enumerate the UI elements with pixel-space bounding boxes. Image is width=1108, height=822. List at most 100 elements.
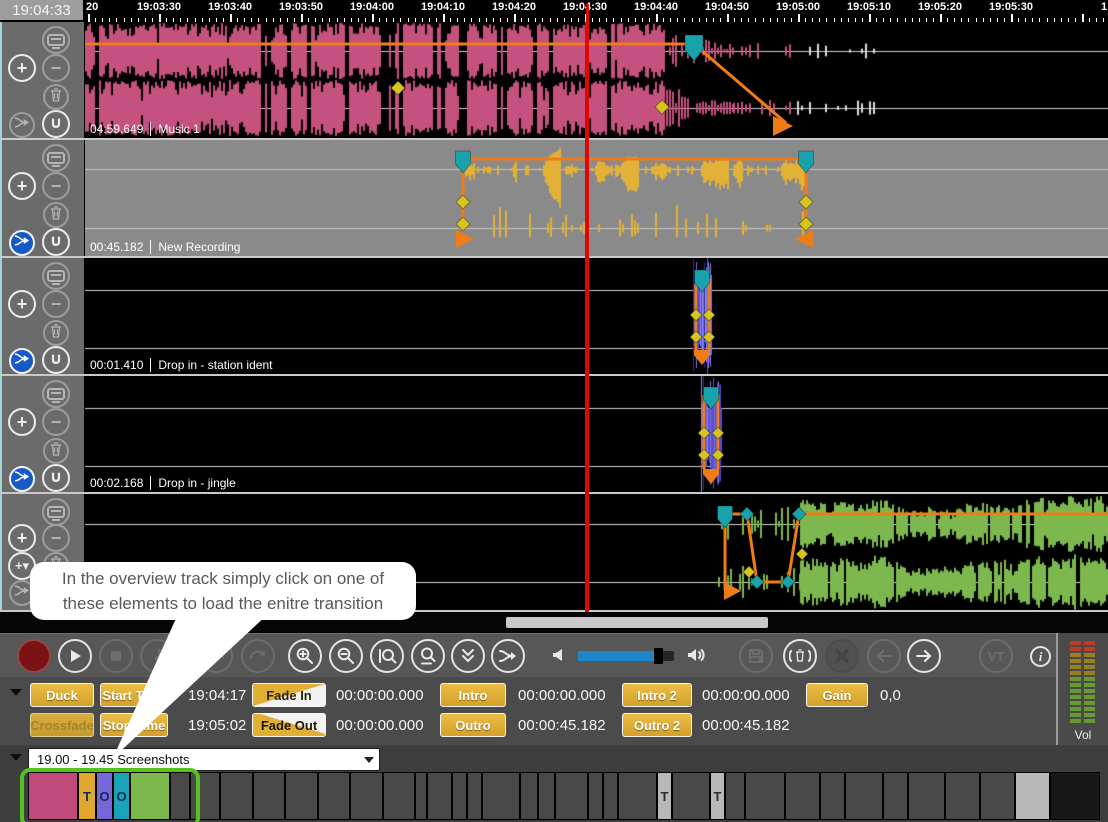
track-2-add-button[interactable]: + <box>8 172 36 200</box>
overview-segment[interactable] <box>846 773 884 819</box>
track-3-remove-button[interactable]: − <box>42 290 70 318</box>
collapse-properties-icon[interactable] <box>10 689 22 696</box>
voice-track-button[interactable]: VT <box>979 639 1013 673</box>
track-4-waveform-area[interactable]: 00:02.168Drop in - jingle <box>85 376 1108 492</box>
redo-button[interactable] <box>241 639 275 673</box>
overview-segment[interactable] <box>556 773 589 819</box>
overview-segment[interactable] <box>786 773 821 819</box>
overview-segment[interactable] <box>981 773 1016 819</box>
track-3-delete-button[interactable] <box>43 320 69 346</box>
overview-segment[interactable] <box>483 773 521 819</box>
track-5-remove-button[interactable]: − <box>42 524 70 552</box>
overview-segment[interactable] <box>416 773 428 819</box>
track-1-envelope-button[interactable]: ∪ <box>42 110 70 138</box>
scroll-to-playhead-button[interactable] <box>451 639 485 673</box>
track-2-waveform-area[interactable]: 00:45.182New Recording <box>85 140 1108 256</box>
volume-slider[interactable] <box>578 651 674 661</box>
overview-segment-t[interactable]: T <box>711 773 726 819</box>
track-4-monitor-button[interactable] <box>42 380 70 408</box>
duck-button[interactable]: Duck <box>30 683 94 707</box>
track-3-monitor-button[interactable] <box>42 262 70 290</box>
track-3-waveform-area[interactable]: 00:01.410Drop in - station ident <box>85 258 1108 374</box>
zoom-selection-button[interactable] <box>370 639 404 673</box>
play-button[interactable] <box>58 639 92 673</box>
track-4-clip-envelope[interactable] <box>85 376 1108 492</box>
overview-segment[interactable] <box>1016 773 1051 819</box>
overview-segment[interactable] <box>884 773 909 819</box>
overview-segment[interactable] <box>254 773 286 819</box>
track-1-add-button[interactable]: + <box>8 54 36 82</box>
overview-segment[interactable] <box>604 773 619 819</box>
track-1-delete-button[interactable] <box>43 84 69 110</box>
track-4-remove-button[interactable]: − <box>42 408 70 436</box>
fade-in-button[interactable]: Fade In <box>252 683 326 707</box>
overview-segment[interactable] <box>428 773 453 819</box>
overview-segment[interactable] <box>946 773 981 819</box>
track-5-add-button[interactable]: + <box>8 524 36 552</box>
scrollbar-handle[interactable] <box>506 617 768 628</box>
overview-segment[interactable] <box>384 773 416 819</box>
crossfade-button[interactable]: Crossfade <box>30 713 94 737</box>
start-time-button[interactable]: Start Time <box>100 683 168 707</box>
collapse-overview-icon[interactable] <box>10 754 22 761</box>
discard-recording-button[interactable] <box>783 639 817 673</box>
track-2-envelope-button[interactable]: ∪ <box>42 228 70 256</box>
overview-segment[interactable] <box>589 773 604 819</box>
track-4-add-button[interactable]: + <box>8 408 36 436</box>
outro-button[interactable]: Outro <box>440 713 506 737</box>
track-2-delete-button[interactable] <box>43 202 69 228</box>
track-2-remove-button[interactable]: − <box>42 172 70 200</box>
automix-button[interactable] <box>491 639 525 673</box>
timeline-ruler[interactable]: 19:03:3019:03:4019:03:5019:04:0019:04:10… <box>85 0 1108 22</box>
info-button[interactable]: i <box>1030 646 1051 667</box>
save-button[interactable] <box>739 639 773 673</box>
overview-segment-t[interactable]: T <box>658 773 673 819</box>
record-button[interactable] <box>17 639 51 673</box>
gain-button[interactable]: Gain <box>806 683 868 707</box>
zoom-out-button[interactable] <box>329 639 363 673</box>
track-3-clip-envelope[interactable] <box>85 258 1108 374</box>
add-note-button[interactable] <box>140 639 174 673</box>
track-5-monitor-button[interactable] <box>42 498 70 526</box>
intro2-button[interactable]: Intro 2 <box>622 683 692 707</box>
track-1-automix-button[interactable] <box>9 112 35 138</box>
overview-segment[interactable] <box>319 773 351 819</box>
intro-button[interactable]: Intro <box>440 683 506 707</box>
undo-button[interactable] <box>199 639 233 673</box>
track-1-waveform-area[interactable]: 04:59.649Music 1 <box>85 22 1108 138</box>
track-2-automix-button[interactable] <box>9 230 35 256</box>
overview-segment[interactable] <box>726 773 746 819</box>
track-4-delete-button[interactable] <box>43 438 69 464</box>
track-1-remove-button[interactable]: − <box>42 54 70 82</box>
track-2-clip-envelope[interactable] <box>85 140 1108 256</box>
overview-segment[interactable] <box>746 773 786 819</box>
overview-segment[interactable] <box>619 773 658 819</box>
overview-segment[interactable] <box>221 773 254 819</box>
track-1-clip-envelope[interactable] <box>85 22 1108 138</box>
zoom-fit-button[interactable] <box>411 639 445 673</box>
overview-segment[interactable] <box>286 773 319 819</box>
track-3-automix-button[interactable] <box>9 348 35 374</box>
previous-button[interactable] <box>867 639 901 673</box>
overview-segment[interactable] <box>453 773 468 819</box>
track-1-monitor-button[interactable] <box>42 26 70 54</box>
stop-button[interactable] <box>99 639 133 673</box>
overview-segment[interactable] <box>673 773 711 819</box>
cancel-button[interactable] <box>825 639 859 673</box>
next-button[interactable] <box>907 639 941 673</box>
track-4-envelope-button[interactable]: ∪ <box>42 464 70 492</box>
overview-segment[interactable] <box>351 773 384 819</box>
track-2-monitor-button[interactable] <box>42 144 70 172</box>
overview-segment[interactable] <box>468 773 483 819</box>
outro2-button[interactable]: Outro 2 <box>622 713 692 737</box>
fade-out-button[interactable]: Fade Out <box>252 713 326 737</box>
overview-segment[interactable] <box>521 773 539 819</box>
playhead-line[interactable] <box>585 22 589 612</box>
overview-segment[interactable] <box>539 773 556 819</box>
zoom-in-button[interactable] <box>288 639 322 673</box>
volume-thumb[interactable] <box>654 648 663 664</box>
stop-time-button[interactable]: Stop Time <box>100 713 168 737</box>
track-4-automix-button[interactable] <box>9 466 35 492</box>
overview-segment[interactable] <box>821 773 846 819</box>
track-3-envelope-button[interactable]: ∪ <box>42 346 70 374</box>
